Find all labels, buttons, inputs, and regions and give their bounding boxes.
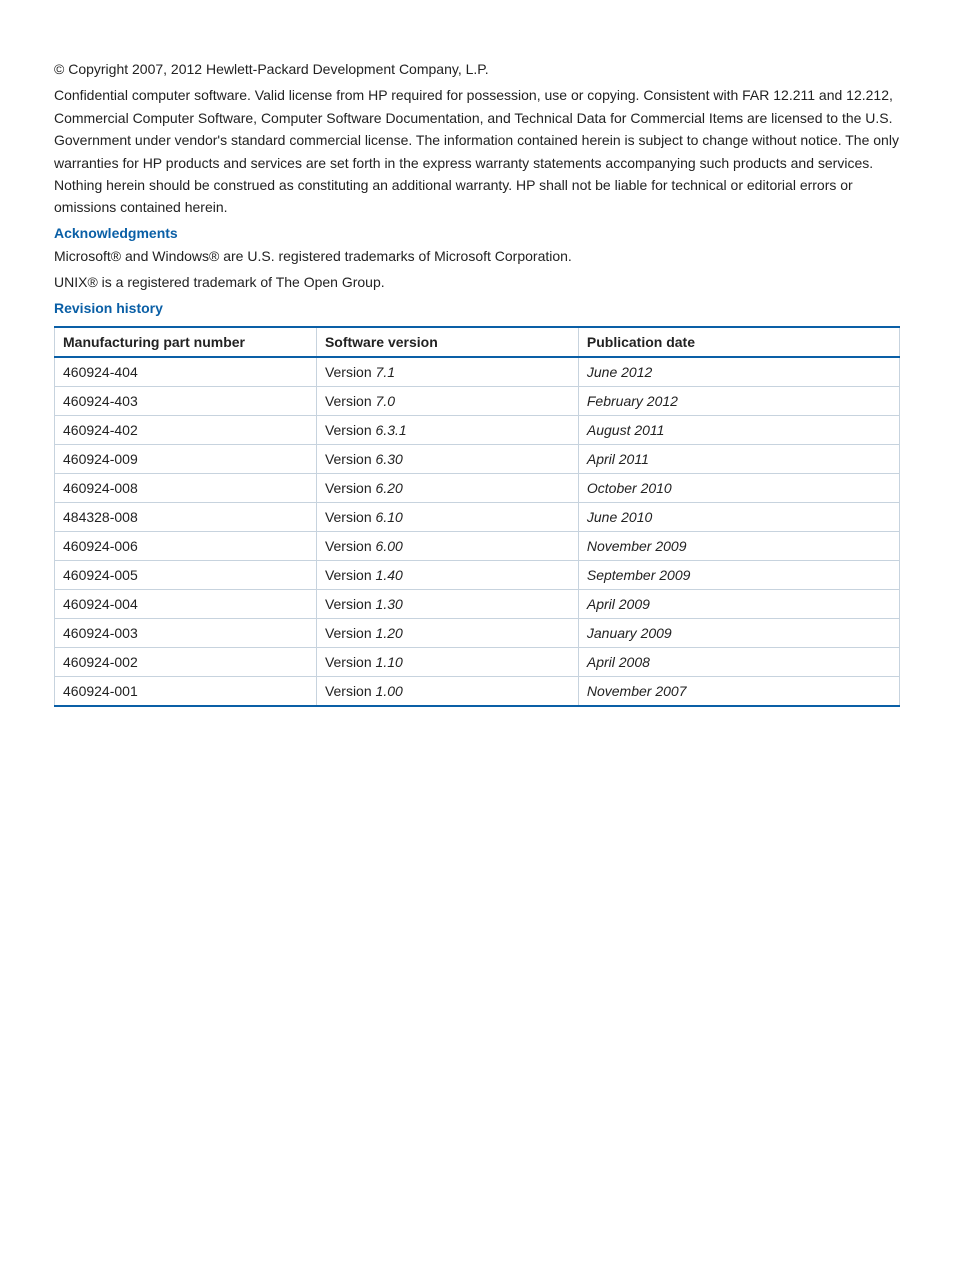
table-row: 460924-005Version 1.40September 2009 <box>55 560 900 589</box>
cell-part-number: 460924-006 <box>55 531 317 560</box>
cell-software-version: Version 7.1 <box>316 357 578 387</box>
table-row: 460924-402Version 6.3.1August 2011 <box>55 415 900 444</box>
cell-publication-date: August 2011 <box>578 415 899 444</box>
table-header-row: Manufacturing part number Software versi… <box>55 327 900 357</box>
cell-part-number: 460924-009 <box>55 444 317 473</box>
acknowledgments-heading: Acknowledgments <box>54 225 900 241</box>
cell-software-version: Version 7.0 <box>316 386 578 415</box>
cell-part-number: 460924-008 <box>55 473 317 502</box>
cell-publication-date: April 2011 <box>578 444 899 473</box>
table-row: 460924-004Version 1.30April 2009 <box>55 589 900 618</box>
cell-software-version: Version 1.20 <box>316 618 578 647</box>
table-row: 460924-002Version 1.10April 2008 <box>55 647 900 676</box>
cell-part-number: 460924-001 <box>55 676 317 706</box>
col-header-date: Publication date <box>578 327 899 357</box>
cell-publication-date: February 2012 <box>578 386 899 415</box>
table-row: 484328-008Version 6.10June 2010 <box>55 502 900 531</box>
table-row: 460924-001Version 1.00November 2007 <box>55 676 900 706</box>
revision-history-table: Manufacturing part number Software versi… <box>54 326 900 707</box>
table-row: 460924-403Version 7.0February 2012 <box>55 386 900 415</box>
cell-publication-date: November 2007 <box>578 676 899 706</box>
cell-part-number: 460924-005 <box>55 560 317 589</box>
cell-publication-date: September 2009 <box>578 560 899 589</box>
cell-part-number: 460924-004 <box>55 589 317 618</box>
cell-part-number: 460924-403 <box>55 386 317 415</box>
cell-part-number: 460924-402 <box>55 415 317 444</box>
cell-software-version: Version 1.40 <box>316 560 578 589</box>
table-row: 460924-006Version 6.00November 2009 <box>55 531 900 560</box>
cell-software-version: Version 6.30 <box>316 444 578 473</box>
ack-line-1: Microsoft® and Windows® are U.S. registe… <box>54 245 900 267</box>
table-row: 460924-008Version 6.20October 2010 <box>55 473 900 502</box>
cell-publication-date: June 2012 <box>578 357 899 387</box>
col-header-part: Manufacturing part number <box>55 327 317 357</box>
table-row: 460924-009Version 6.30April 2011 <box>55 444 900 473</box>
document-page: © Copyright 2007, 2012 Hewlett-Packard D… <box>0 0 954 1271</box>
cell-publication-date: April 2008 <box>578 647 899 676</box>
col-header-version: Software version <box>316 327 578 357</box>
cell-publication-date: November 2009 <box>578 531 899 560</box>
cell-publication-date: April 2009 <box>578 589 899 618</box>
cell-software-version: Version 1.30 <box>316 589 578 618</box>
cell-part-number: 460924-002 <box>55 647 317 676</box>
revision-history-heading: Revision history <box>54 300 900 316</box>
cell-software-version: Version 6.00 <box>316 531 578 560</box>
cell-software-version: Version 6.3.1 <box>316 415 578 444</box>
cell-publication-date: October 2010 <box>578 473 899 502</box>
cell-part-number: 460924-404 <box>55 357 317 387</box>
ack-line-2: UNIX® is a registered trademark of The O… <box>54 271 900 293</box>
copyright-line: © Copyright 2007, 2012 Hewlett-Packard D… <box>54 58 900 80</box>
cell-software-version: Version 6.20 <box>316 473 578 502</box>
cell-software-version: Version 6.10 <box>316 502 578 531</box>
cell-software-version: Version 1.00 <box>316 676 578 706</box>
table-row: 460924-404Version 7.1June 2012 <box>55 357 900 387</box>
cell-publication-date: June 2010 <box>578 502 899 531</box>
cell-publication-date: January 2009 <box>578 618 899 647</box>
table-row: 460924-003Version 1.20January 2009 <box>55 618 900 647</box>
legal-paragraph: Confidential computer software. Valid li… <box>54 84 900 218</box>
cell-part-number: 460924-003 <box>55 618 317 647</box>
cell-software-version: Version 1.10 <box>316 647 578 676</box>
cell-part-number: 484328-008 <box>55 502 317 531</box>
